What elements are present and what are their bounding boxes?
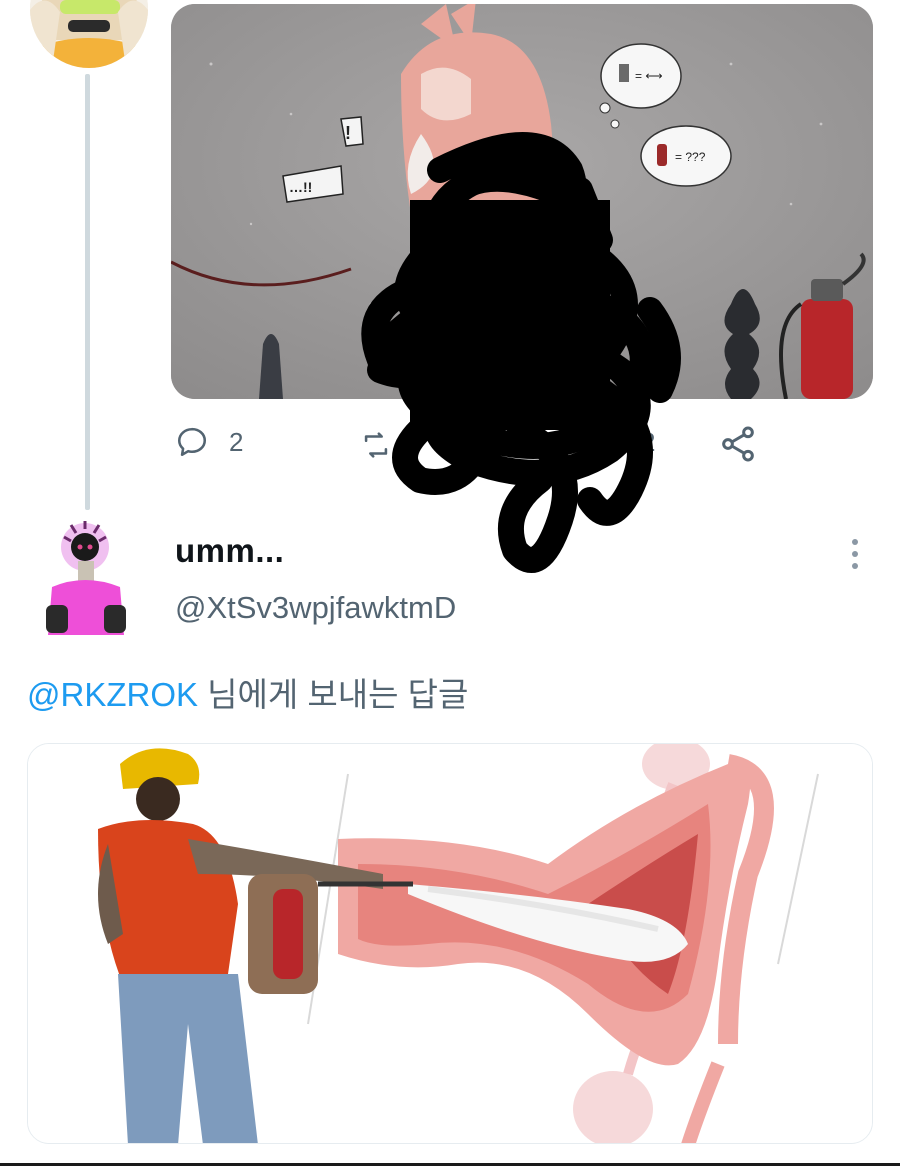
like-count: 2	[641, 426, 656, 457]
more-vertical-icon-dot	[852, 563, 858, 569]
share-button[interactable]	[718, 424, 758, 464]
reply-button[interactable]: 2	[175, 425, 243, 459]
anime-girl-avatar-icon[interactable]	[30, 0, 148, 68]
reply-media-image[interactable]	[27, 743, 873, 1144]
retweet-button[interactable]	[358, 428, 394, 462]
reply-context-text: 님에게 보내는 답글	[198, 676, 469, 713]
more-options-button[interactable]	[840, 535, 870, 573]
retweet-icon	[364, 432, 388, 458]
divider	[0, 1163, 900, 1166]
svg-text:= ⟷: = ⟷	[635, 69, 663, 83]
user-handle[interactable]: @XtSv3wpjfawktmD	[175, 590, 456, 626]
display-name[interactable]: umm...	[175, 532, 284, 570]
svg-text:!: !	[345, 123, 351, 143]
more-vertical-icon-dot	[852, 551, 858, 557]
reply-icon	[177, 427, 207, 457]
heart-icon	[600, 432, 624, 455]
mention-link[interactable]: @RKZROK	[27, 676, 198, 713]
share-icon	[722, 426, 754, 462]
more-vertical-icon	[852, 539, 858, 545]
reply-context: @RKZROK 님에게 보내는 답글	[27, 668, 468, 716]
svg-text:…!!: …!!	[289, 179, 312, 195]
thread-connector-line	[85, 74, 90, 510]
tweet-media-image[interactable]: ! …!! = ⟷ = ???	[171, 4, 873, 399]
reply-count: 2	[229, 426, 244, 457]
svg-text:= ???: = ???	[675, 150, 706, 164]
pink-character-avatar-icon[interactable]	[38, 517, 136, 635]
like-button[interactable]: 2	[595, 425, 655, 459]
